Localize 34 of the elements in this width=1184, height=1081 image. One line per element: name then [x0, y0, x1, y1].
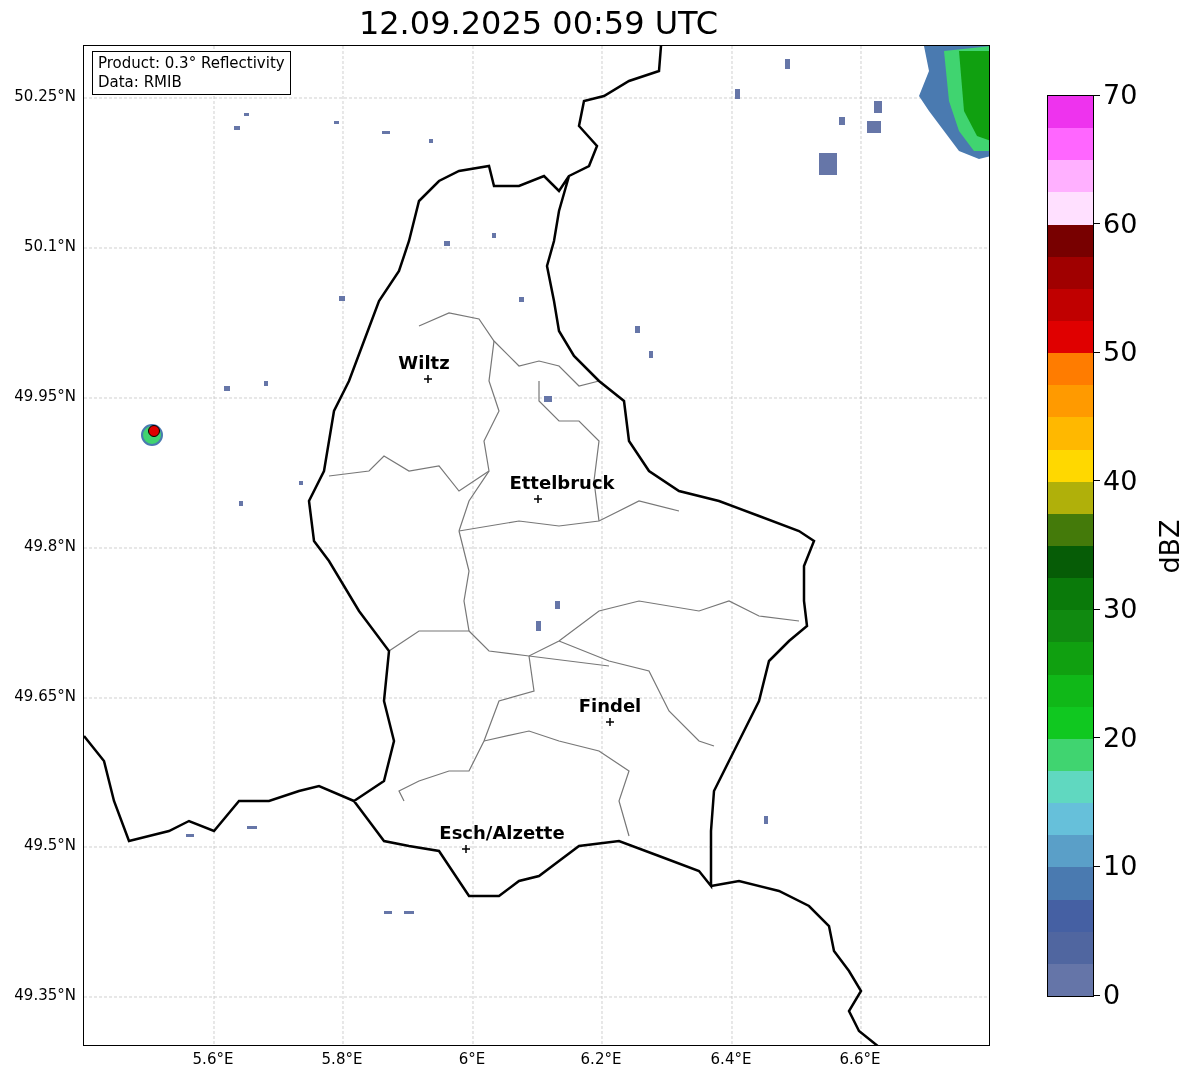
- x-tick-label: 5.6°E: [192, 1052, 234, 1067]
- city-label: Esch/Alzette: [439, 824, 565, 842]
- colorbar-tick-label: 40: [1103, 465, 1138, 496]
- y-tick-label: 50.1°N: [23, 239, 76, 254]
- y-tick-label: 49.8°N: [23, 539, 76, 554]
- x-tick-label: 6.6°E: [839, 1052, 881, 1067]
- x-tick-label: 6°E: [458, 1052, 486, 1067]
- city-label: Ettelbruck: [509, 474, 615, 492]
- radar-site-icon: [141, 424, 163, 446]
- colorbar-tick-label: 20: [1103, 722, 1138, 753]
- y-tick-label: 49.35°N: [14, 988, 76, 1003]
- y-tick-label: 49.5°N: [23, 838, 76, 853]
- city-label: Wiltz: [398, 354, 450, 372]
- city-marker-icon: [533, 494, 543, 504]
- info-text: Product: 0.3° Reflectivity: [98, 54, 285, 73]
- colorbar-tick-label: 30: [1103, 594, 1138, 625]
- city-marker-icon: [423, 374, 433, 384]
- x-tick-label: 6.4°E: [710, 1052, 752, 1067]
- city-marker-icon: [605, 717, 615, 727]
- colorbar-tick-label: 70: [1103, 80, 1138, 110]
- colorbar-tick-label: 60: [1103, 208, 1138, 239]
- colorbar-tick-label: 0: [1103, 980, 1121, 1010]
- x-tick-label: 6.2°E: [580, 1052, 622, 1067]
- x-tick-label: 5.8°E: [321, 1052, 363, 1067]
- y-tick-label: 49.95°N: [14, 389, 76, 404]
- colorbar-label: dBZ: [1155, 518, 1183, 574]
- chart-title: 12.09.2025 00:59 UTC: [358, 6, 719, 39]
- info-text: Data: RMIB: [98, 73, 183, 92]
- y-tick-label: 49.65°N: [14, 689, 76, 704]
- colorbar-tick-label: 50: [1103, 337, 1138, 368]
- city-label: Findel: [578, 697, 642, 715]
- colorbar-tick-label: 10: [1103, 851, 1138, 882]
- y-tick-label: 50.25°N: [14, 89, 76, 104]
- city-marker-icon: [461, 844, 471, 854]
